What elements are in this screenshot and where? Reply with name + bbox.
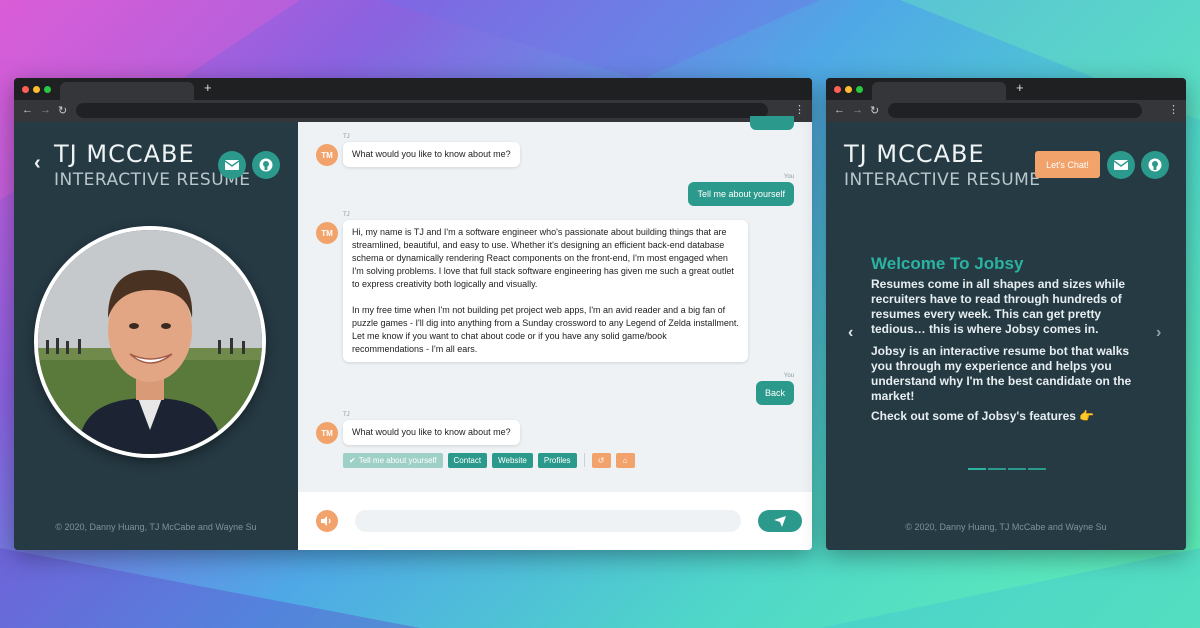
home-icon: ⌂ [622, 456, 628, 465]
github-icon [259, 158, 273, 172]
bio-paragraph: In my free time when I'm not building pe… [352, 305, 739, 354]
new-tab-icon[interactable]: + [1016, 80, 1024, 95]
browser-tabbar: + [826, 78, 1186, 100]
user-message: You Back [755, 373, 794, 405]
copyright-footer: © 2020, Danny Huang, TJ McCabe and Wayne… [905, 522, 1107, 532]
message-composer [298, 492, 812, 550]
quick-reply-label: Tell me about yourself [358, 456, 437, 465]
bg-facet [0, 548, 420, 628]
email-button[interactable] [218, 151, 246, 179]
sender-label: TJ [343, 412, 350, 418]
quick-reply-website[interactable]: Website [492, 453, 533, 468]
brand-subtitle: INTERACTIVE RESUME [844, 170, 1041, 190]
speaker-button[interactable] [316, 510, 338, 532]
bg-facet [380, 0, 820, 80]
sender-label: TJ [343, 212, 350, 218]
browser-toolbar: ← → ↻ ⋮ [14, 100, 812, 122]
bot-bubble: What would you like to know about me? [343, 142, 520, 167]
chevron-right-icon[interactable]: › [1156, 324, 1161, 342]
undo-icon: ↺ [597, 456, 605, 465]
maximize-dot[interactable] [44, 86, 51, 93]
close-dot[interactable] [22, 86, 29, 93]
chevron-left-icon[interactable]: ‹ [848, 324, 853, 342]
brand-name: TJ MCCABE [844, 140, 985, 168]
profile-sidebar: ‹ TJ MCCABE INTERACTIVE RESUME © 2020, D… [14, 122, 298, 550]
user-bubble: Back [755, 381, 794, 405]
carousel-paragraph: Jobsy is an interactive resume bot that … [871, 344, 1132, 403]
bot-message: TJ What would you like to know about me? [343, 134, 520, 167]
forward-arrow-icon[interactable]: → [852, 104, 863, 116]
carousel-indicator[interactable] [1008, 468, 1026, 470]
sender-label: TJ [343, 134, 350, 140]
bio-paragraph: Hi, my name is TJ and I'm a software eng… [352, 227, 734, 289]
envelope-icon [225, 160, 239, 170]
quick-reply-about[interactable]: ✔ Tell me about yourself [343, 453, 443, 468]
carousel-paragraph: Resumes come in all shapes and sizes whi… [871, 277, 1126, 336]
bot-avatar: TM [316, 144, 338, 166]
browser-tabbar: + [14, 78, 812, 100]
divider [583, 453, 585, 467]
sender-label: You [783, 174, 794, 180]
check-icon: ✔ [349, 456, 356, 465]
quick-reply-profiles[interactable]: Profiles [537, 453, 577, 468]
brand-name: TJ MCCABE [54, 140, 195, 168]
bot-bubble-long: Hi, my name is TJ and I'm a software eng… [343, 220, 748, 362]
quick-reply-contact[interactable]: Contact [447, 453, 488, 468]
envelope-icon [1114, 160, 1128, 170]
back-arrow-icon[interactable]: ← [22, 104, 33, 116]
previous-user-bubble [750, 116, 794, 130]
user-message: You Tell me about yourself [688, 174, 794, 206]
send-button[interactable] [758, 510, 802, 532]
landing-page: TJ MCCABE INTERACTIVE RESUME Let's Chat!… [826, 122, 1186, 550]
browser-menu-icon[interactable]: ⋮ [1168, 103, 1179, 116]
github-button[interactable] [252, 151, 280, 179]
new-tab-icon[interactable]: + [204, 80, 212, 95]
bot-avatar: TM [316, 422, 338, 444]
carousel-paragraph: Check out some of Jobsy's features 👉 [871, 409, 1095, 423]
carousel-indicator[interactable] [988, 468, 1006, 470]
browser-tab[interactable] [60, 82, 194, 100]
github-button[interactable] [1141, 151, 1169, 179]
bot-message: TJ What would you like to know about me? [343, 412, 520, 445]
browser-window-landing: + ← → ↻ ⋮ TJ MCCABE INTERACTIVE RESUME L… [826, 78, 1186, 550]
browser-menu-icon[interactable]: ⋮ [794, 103, 805, 116]
minimize-dot[interactable] [845, 86, 852, 93]
lets-chat-button[interactable]: Let's Chat! [1035, 151, 1100, 178]
reload-icon[interactable]: ↻ [870, 104, 879, 117]
chevron-left-icon[interactable]: ‹ [34, 152, 41, 175]
browser-toolbar: ← → ↻ ⋮ [826, 100, 1186, 122]
bot-message: TJ Hi, my name is TJ and I'm a software … [343, 212, 748, 362]
email-button[interactable] [1107, 151, 1135, 179]
carousel-indicator[interactable] [1028, 468, 1046, 470]
reload-icon[interactable]: ↻ [58, 104, 67, 117]
github-icon [1148, 158, 1162, 172]
copyright-footer: © 2020, Danny Huang, TJ McCabe and Wayne… [55, 522, 257, 532]
send-icon [774, 515, 786, 527]
address-bar[interactable] [76, 103, 768, 118]
speaker-icon [321, 516, 331, 526]
bot-avatar: TM [316, 222, 338, 244]
browser-tab[interactable] [872, 82, 1006, 100]
bot-bubble: What would you like to know about me? [343, 420, 520, 445]
quick-replies: ✔ Tell me about yourself Contact Website… [343, 453, 635, 468]
chat-input[interactable] [355, 510, 741, 532]
forward-arrow-icon[interactable]: → [40, 104, 51, 116]
undo-button[interactable]: ↺ [591, 453, 611, 468]
browser-window-chat: + ← → ↻ ⋮ ‹ TJ MCCABE INTERACTIVE RESUME [14, 78, 812, 550]
minimize-dot[interactable] [33, 86, 40, 93]
maximize-dot[interactable] [856, 86, 863, 93]
profile-photo [34, 226, 266, 458]
bg-facet [820, 548, 1200, 628]
close-dot[interactable] [834, 86, 841, 93]
carousel-title: Welcome To Jobsy [871, 254, 1024, 273]
sender-label: You [783, 373, 794, 379]
home-button[interactable]: ⌂ [615, 453, 635, 468]
back-arrow-icon[interactable]: ← [834, 104, 845, 116]
carousel-indicator-active[interactable] [968, 468, 986, 470]
chat-panel: TM TJ What would you like to know about … [298, 116, 812, 550]
address-bar[interactable] [888, 103, 1142, 118]
user-bubble: Tell me about yourself [688, 182, 794, 206]
